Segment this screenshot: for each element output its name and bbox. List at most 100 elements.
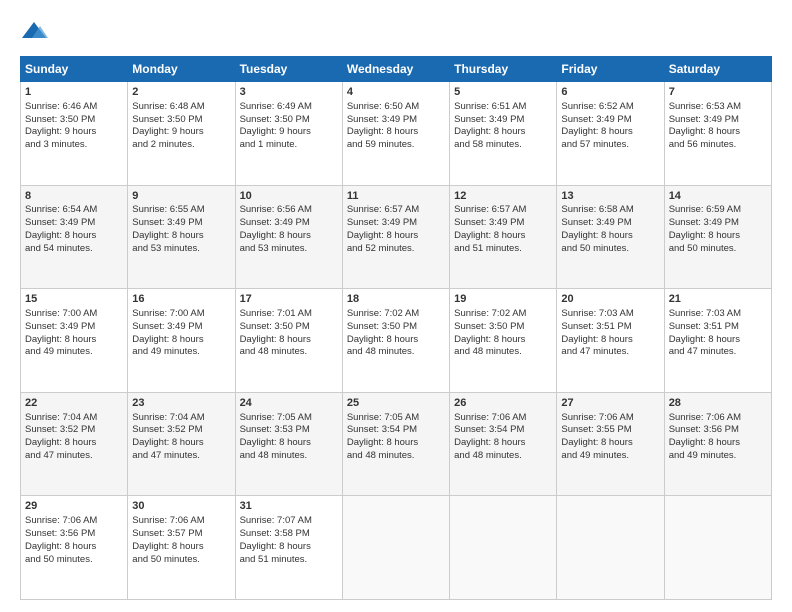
day-number: 6 [561, 85, 659, 100]
daylight-line2: and 48 minutes. [240, 346, 308, 357]
day-number: 4 [347, 85, 445, 100]
daylight-line1: Daylight: 8 hours [25, 541, 96, 552]
daylight-line1: Daylight: 8 hours [669, 230, 740, 241]
day-cell: 22Sunrise: 7:04 AMSunset: 3:52 PMDayligh… [21, 392, 128, 496]
day-cell: 3Sunrise: 6:49 AMSunset: 3:50 PMDaylight… [235, 82, 342, 186]
day-number: 5 [454, 85, 552, 100]
sunrise-line: Sunrise: 7:06 AM [454, 412, 526, 423]
day-cell: 16Sunrise: 7:00 AMSunset: 3:49 PMDayligh… [128, 289, 235, 393]
day-number: 7 [669, 85, 767, 100]
daylight-line1: Daylight: 8 hours [454, 334, 525, 345]
day-number: 13 [561, 189, 659, 204]
day-cell: 4Sunrise: 6:50 AMSunset: 3:49 PMDaylight… [342, 82, 449, 186]
sunrise-line: Sunrise: 6:57 AM [454, 204, 526, 215]
day-cell: 17Sunrise: 7:01 AMSunset: 3:50 PMDayligh… [235, 289, 342, 393]
sunset-line: Sunset: 3:49 PM [25, 217, 95, 228]
sunset-line: Sunset: 3:49 PM [347, 217, 417, 228]
daylight-line1: Daylight: 8 hours [240, 541, 311, 552]
day-cell: 25Sunrise: 7:05 AMSunset: 3:54 PMDayligh… [342, 392, 449, 496]
day-number: 30 [132, 499, 230, 514]
daylight-line2: and 53 minutes. [240, 243, 308, 254]
sunset-line: Sunset: 3:51 PM [669, 321, 739, 332]
daylight-line2: and 47 minutes. [561, 346, 629, 357]
daylight-line1: Daylight: 8 hours [561, 334, 632, 345]
sunrise-line: Sunrise: 6:49 AM [240, 101, 312, 112]
sunset-line: Sunset: 3:49 PM [669, 114, 739, 125]
day-cell: 23Sunrise: 7:04 AMSunset: 3:52 PMDayligh… [128, 392, 235, 496]
daylight-line1: Daylight: 8 hours [25, 334, 96, 345]
day-number: 29 [25, 499, 123, 514]
sunrise-line: Sunrise: 7:03 AM [561, 308, 633, 319]
week-row-2: 8Sunrise: 6:54 AMSunset: 3:49 PMDaylight… [21, 185, 772, 289]
sunset-line: Sunset: 3:52 PM [25, 424, 95, 435]
daylight-line1: Daylight: 8 hours [347, 126, 418, 137]
day-cell: 21Sunrise: 7:03 AMSunset: 3:51 PMDayligh… [664, 289, 771, 393]
sunset-line: Sunset: 3:50 PM [240, 321, 310, 332]
daylight-line2: and 56 minutes. [669, 139, 737, 150]
sunset-line: Sunset: 3:49 PM [132, 217, 202, 228]
sunrise-line: Sunrise: 7:06 AM [25, 515, 97, 526]
daylight-line1: Daylight: 8 hours [561, 437, 632, 448]
day-cell: 12Sunrise: 6:57 AMSunset: 3:49 PMDayligh… [450, 185, 557, 289]
sunset-line: Sunset: 3:54 PM [347, 424, 417, 435]
daylight-line1: Daylight: 8 hours [132, 437, 203, 448]
daylight-line2: and 53 minutes. [132, 243, 200, 254]
day-number: 14 [669, 189, 767, 204]
sunrise-line: Sunrise: 6:50 AM [347, 101, 419, 112]
logo [20, 18, 52, 46]
day-number: 25 [347, 396, 445, 411]
sunrise-line: Sunrise: 7:07 AM [240, 515, 312, 526]
daylight-line1: Daylight: 8 hours [240, 437, 311, 448]
col-header-saturday: Saturday [664, 57, 771, 82]
col-header-wednesday: Wednesday [342, 57, 449, 82]
day-number: 16 [132, 292, 230, 307]
sunset-line: Sunset: 3:49 PM [240, 217, 310, 228]
day-cell: 30Sunrise: 7:06 AMSunset: 3:57 PMDayligh… [128, 496, 235, 600]
sunrise-line: Sunrise: 6:51 AM [454, 101, 526, 112]
daylight-line1: Daylight: 8 hours [132, 541, 203, 552]
daylight-line2: and 51 minutes. [454, 243, 522, 254]
day-number: 23 [132, 396, 230, 411]
daylight-line2: and 1 minute. [240, 139, 298, 150]
daylight-line2: and 49 minutes. [669, 450, 737, 461]
daylight-line1: Daylight: 9 hours [240, 126, 311, 137]
day-cell: 11Sunrise: 6:57 AMSunset: 3:49 PMDayligh… [342, 185, 449, 289]
sunrise-line: Sunrise: 7:00 AM [132, 308, 204, 319]
daylight-line1: Daylight: 8 hours [454, 437, 525, 448]
week-row-1: 1Sunrise: 6:46 AMSunset: 3:50 PMDaylight… [21, 82, 772, 186]
day-cell: 19Sunrise: 7:02 AMSunset: 3:50 PMDayligh… [450, 289, 557, 393]
daylight-line1: Daylight: 8 hours [669, 437, 740, 448]
day-cell [664, 496, 771, 600]
sunrise-line: Sunrise: 6:52 AM [561, 101, 633, 112]
daylight-line2: and 49 minutes. [25, 346, 93, 357]
day-cell: 31Sunrise: 7:07 AMSunset: 3:58 PMDayligh… [235, 496, 342, 600]
day-number: 3 [240, 85, 338, 100]
daylight-line2: and 59 minutes. [347, 139, 415, 150]
daylight-line1: Daylight: 8 hours [25, 230, 96, 241]
sunrise-line: Sunrise: 7:04 AM [25, 412, 97, 423]
sunset-line: Sunset: 3:50 PM [347, 321, 417, 332]
day-cell: 10Sunrise: 6:56 AMSunset: 3:49 PMDayligh… [235, 185, 342, 289]
week-row-5: 29Sunrise: 7:06 AM Sunset: 3:56 PM Dayligh… [21, 496, 772, 600]
day-number: 31 [240, 499, 338, 514]
day-number: 15 [25, 292, 123, 307]
day-number: 9 [132, 189, 230, 204]
sunrise-line: Sunrise: 6:46 AM [25, 101, 97, 112]
daylight-line1: Daylight: 8 hours [25, 437, 96, 448]
sunset-line: Sunset: 3:50 PM [25, 114, 95, 125]
day-cell: 18Sunrise: 7:02 AMSunset: 3:50 PMDayligh… [342, 289, 449, 393]
day-cell: 5Sunrise: 6:51 AMSunset: 3:49 PMDaylight… [450, 82, 557, 186]
calendar-table: SundayMondayTuesdayWednesdayThursdayFrid… [20, 56, 772, 600]
day-cell: 7Sunrise: 6:53 AMSunset: 3:49 PMDaylight… [664, 82, 771, 186]
day-number: 19 [454, 292, 552, 307]
daylight-line1: Daylight: 8 hours [132, 230, 203, 241]
daylight-line2: and 49 minutes. [561, 450, 629, 461]
daylight-line2: and 58 minutes. [454, 139, 522, 150]
daylight-line2: and 3 minutes. [25, 139, 87, 150]
sunset-line: Sunset: 3:56 PM [25, 528, 95, 539]
sunrise-line: Sunrise: 6:57 AM [347, 204, 419, 215]
sunrise-line: Sunrise: 7:00 AM [25, 308, 97, 319]
daylight-line1: Daylight: 8 hours [454, 230, 525, 241]
daylight-line1: Daylight: 8 hours [454, 126, 525, 137]
daylight-line1: Daylight: 8 hours [669, 334, 740, 345]
